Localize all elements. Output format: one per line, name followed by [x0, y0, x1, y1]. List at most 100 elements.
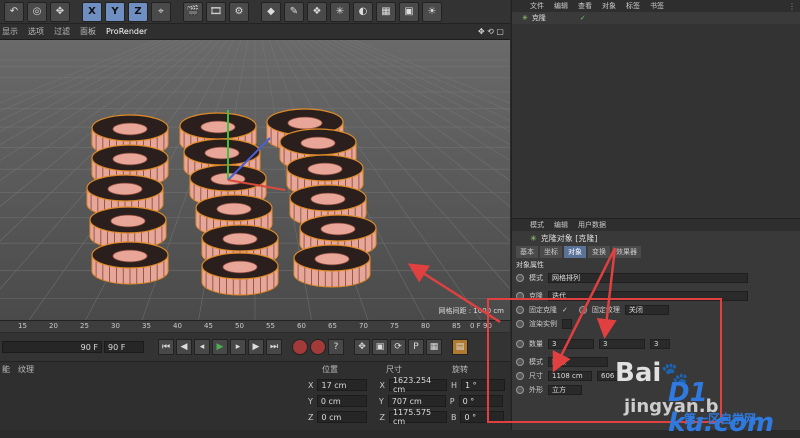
- render-instances-checkbox[interactable]: [562, 319, 572, 329]
- position-field[interactable]: 0 cm: [317, 411, 368, 423]
- mode2-dot[interactable]: [516, 358, 524, 366]
- attrmenu-0[interactable]: 模式: [530, 220, 544, 230]
- play-icon[interactable]: ▶: [212, 339, 228, 355]
- objmenu-3[interactable]: 对象: [602, 1, 616, 11]
- pen-icon[interactable]: ✎: [284, 1, 304, 22]
- count-y-field[interactable]: 3: [599, 339, 645, 349]
- record-icon[interactable]: [292, 339, 308, 355]
- subdivision-icon[interactable]: ❖: [307, 1, 327, 22]
- tab-1[interactable]: 坐标: [540, 246, 562, 258]
- attribute-tabs: 基本 坐标 对象 变换 效果器: [512, 245, 800, 259]
- key-position-icon[interactable]: ✥: [354, 339, 370, 355]
- attribute-title-text: 克隆对象 [克隆]: [540, 233, 598, 243]
- timeline-ruler[interactable]: 15 20 25 30 35 40 45 50 55 60 65 70 75 80 85 90 0 F: [0, 320, 510, 332]
- rotation-field[interactable]: 1 °: [460, 379, 505, 391]
- attrmenu-1[interactable]: 编辑: [554, 220, 568, 230]
- mode-anim-dot[interactable]: [516, 274, 524, 282]
- objmenu-5[interactable]: 书签: [650, 1, 664, 11]
- fixed-texture-dropdown[interactable]: 关闭: [624, 305, 669, 315]
- z-axis-button[interactable]: Z: [128, 1, 148, 22]
- menu-options[interactable]: 选项: [28, 26, 44, 37]
- render-view-icon[interactable]: 🎬: [183, 1, 203, 22]
- shape-dot[interactable]: [516, 386, 524, 394]
- objmenu-4[interactable]: 标签: [626, 1, 640, 11]
- go-end-icon[interactable]: ⏭: [266, 339, 282, 355]
- mode2-dropdown[interactable]: 端点: [548, 357, 608, 367]
- timeline-frame-field[interactable]: 0 F: [470, 322, 481, 330]
- timeline-tick: 65: [328, 322, 337, 330]
- fixed-clone-checkbox[interactable]: ✓: [562, 306, 568, 314]
- tab-4[interactable]: 效果器: [612, 246, 641, 258]
- next-frame-icon[interactable]: ▸: [230, 339, 246, 355]
- tab-0[interactable]: 基本: [516, 246, 538, 258]
- y-axis-button[interactable]: Y: [105, 1, 125, 22]
- tab-texture[interactable]: 纹理: [18, 364, 34, 375]
- live-select-icon[interactable]: ◎: [27, 1, 47, 22]
- menu-display[interactable]: 显示: [2, 26, 18, 37]
- size-dot[interactable]: [516, 372, 524, 380]
- position-field[interactable]: 0 cm: [316, 395, 367, 407]
- clone-anim-dot[interactable]: [516, 292, 524, 300]
- count-x-field[interactable]: 3: [548, 339, 594, 349]
- key-pla-icon[interactable]: ▦: [426, 339, 442, 355]
- tab-3[interactable]: 变换: [588, 246, 610, 258]
- floor-icon[interactable]: ▦: [376, 1, 396, 22]
- objmenu-2[interactable]: 查看: [578, 1, 592, 11]
- film-icon[interactable]: ▤: [452, 339, 468, 355]
- start-frame-field[interactable]: 90 F: [2, 341, 102, 353]
- size-field[interactable]: 1623.254 cm: [388, 376, 447, 394]
- render-picture-viewer-icon[interactable]: 🎞: [206, 1, 226, 22]
- deformer-icon[interactable]: ◐: [353, 1, 373, 22]
- object-name[interactable]: 克隆: [532, 13, 546, 23]
- mograph-icon[interactable]: ✳: [330, 1, 350, 22]
- rotation-field[interactable]: 0 °: [460, 411, 505, 423]
- keyframe-selection-icon[interactable]: ?: [328, 339, 344, 355]
- visibility-check-icon[interactable]: ✓: [580, 14, 586, 22]
- shape-dropdown[interactable]: 立方: [548, 385, 582, 395]
- prev-frame-icon[interactable]: ◂: [194, 339, 210, 355]
- key-scale-icon[interactable]: ▣: [372, 339, 388, 355]
- menu-filter[interactable]: 过滤: [54, 26, 70, 37]
- fixed-texture-dot[interactable]: [578, 306, 587, 314]
- render-instances-dot[interactable]: [516, 320, 524, 328]
- size-field[interactable]: 1175.575 cm: [388, 408, 447, 426]
- clone-dropdown[interactable]: 迭代: [548, 291, 748, 301]
- timeline-tick: 35: [142, 322, 151, 330]
- attrmenu-2[interactable]: 用户数据: [578, 220, 606, 230]
- count-z-field[interactable]: 3: [650, 339, 670, 349]
- render-settings-icon[interactable]: ⚙: [229, 1, 249, 22]
- cube-icon[interactable]: ◆: [261, 1, 281, 22]
- tab-2[interactable]: 对象: [564, 246, 586, 258]
- coordinate-system-icon[interactable]: ⌖: [151, 1, 171, 22]
- go-start-icon[interactable]: ⏮: [158, 339, 174, 355]
- size-field[interactable]: 707 cm: [387, 395, 446, 407]
- end-frame-field[interactable]: 90 F: [104, 341, 144, 353]
- tab-function[interactable]: 能: [2, 364, 10, 375]
- objmenu-0[interactable]: 文件: [530, 1, 544, 11]
- viewport-nav-icons[interactable]: ✥ ⟲ ▢: [478, 27, 504, 36]
- menu-prorender[interactable]: ProRender: [106, 27, 147, 36]
- objmenu-1[interactable]: 编辑: [554, 1, 568, 11]
- autokey-icon[interactable]: [310, 339, 326, 355]
- undo-icon[interactable]: ↶: [4, 1, 24, 22]
- count-dot[interactable]: [516, 340, 524, 348]
- rotation-field[interactable]: 0 °: [458, 395, 503, 407]
- size-x-field[interactable]: 1108 cm: [548, 371, 592, 381]
- camera-icon[interactable]: ▣: [399, 1, 419, 22]
- menu-panel[interactable]: 面板: [80, 26, 96, 37]
- 3d-viewport[interactable]: 网格间距 : 1000 cm: [0, 40, 510, 320]
- light-icon[interactable]: ☀: [422, 1, 442, 22]
- key-rotation-icon[interactable]: ⟳: [390, 339, 406, 355]
- panel-options-icon[interactable]: ⋮: [788, 2, 796, 11]
- move-tool-icon[interactable]: ✥: [50, 1, 70, 22]
- object-list-item[interactable]: ✳ 克隆 ✓: [512, 12, 800, 24]
- position-field[interactable]: 17 cm: [317, 379, 368, 391]
- prev-key-icon[interactable]: ◀: [176, 339, 192, 355]
- clone-value: 迭代: [552, 292, 566, 300]
- x-axis-button[interactable]: X: [82, 1, 102, 22]
- fixed-clone-dot[interactable]: [516, 306, 524, 314]
- mode-dropdown[interactable]: 网格排列: [548, 273, 748, 283]
- size-y-field[interactable]: 606: [597, 371, 619, 381]
- next-key-icon[interactable]: ▶: [248, 339, 264, 355]
- key-param-icon[interactable]: P: [408, 339, 424, 355]
